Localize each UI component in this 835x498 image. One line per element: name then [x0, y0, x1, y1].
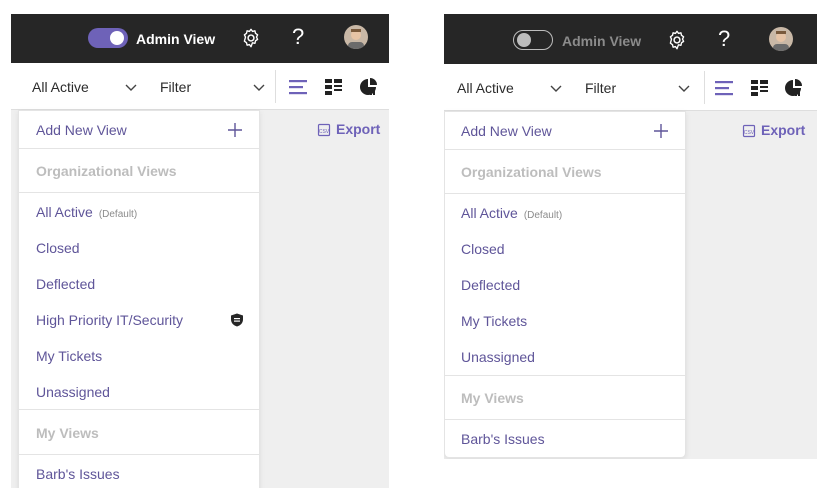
- svg-text:CSV: CSV: [744, 130, 755, 136]
- chevron-down-icon[interactable]: [549, 81, 563, 95]
- plus-icon[interactable]: [228, 123, 242, 137]
- view-item-label: All Active: [36, 204, 93, 220]
- gear-icon[interactable]: [240, 27, 262, 49]
- list-view-icon[interactable]: [288, 77, 308, 97]
- admin-view-toggle[interactable]: [88, 28, 128, 48]
- view-item-closed[interactable]: Closed: [461, 241, 685, 257]
- csv-icon[interactable]: CSV: [317, 123, 331, 137]
- divider: [19, 192, 259, 193]
- csv-icon[interactable]: CSV: [742, 124, 756, 138]
- view-item-barbs-issues[interactable]: Barb's Issues: [36, 466, 259, 482]
- view-item-my-tickets[interactable]: My Tickets: [36, 348, 259, 364]
- divider: [19, 148, 259, 149]
- board-view-icon[interactable]: [324, 77, 344, 97]
- view-item-unassigned[interactable]: Unassigned: [461, 349, 685, 365]
- help-icon[interactable]: ?: [718, 27, 730, 51]
- view-select[interactable]: All Active: [457, 80, 514, 96]
- views-dropdown: Add New View Organizational Views All Ac…: [444, 111, 686, 458]
- chevron-down-icon[interactable]: [677, 81, 691, 95]
- view-item-high-priority[interactable]: High Priority IT/Security: [36, 312, 259, 328]
- default-tag: (Default): [98, 209, 138, 220]
- admin-view-label: Admin View: [562, 33, 642, 49]
- plus-icon[interactable]: [654, 124, 668, 138]
- view-item-label: All Active: [461, 205, 518, 221]
- admin-view-toggle[interactable]: [513, 30, 553, 50]
- default-tag: (Default): [523, 210, 563, 221]
- my-views-header: My Views: [461, 390, 524, 406]
- views-dropdown: Add New View Organizational Views All Ac…: [18, 110, 260, 488]
- chevron-down-icon[interactable]: [252, 80, 266, 94]
- admin-view-label: Admin View: [136, 31, 216, 47]
- view-select[interactable]: All Active: [32, 79, 89, 95]
- top-bar: Admin View ?: [444, 14, 817, 64]
- divider: [445, 193, 685, 194]
- add-new-view-button[interactable]: Add New View: [36, 122, 259, 138]
- org-views-header: Organizational Views: [36, 163, 177, 179]
- chart-view-icon[interactable]: [783, 78, 803, 98]
- view-item-my-tickets[interactable]: My Tickets: [461, 313, 685, 329]
- filter-bar: All Active Filter: [444, 65, 817, 111]
- top-bar: Admin View ?: [11, 14, 389, 63]
- filter-bar: All Active Filter: [11, 64, 389, 110]
- toggle-knob: [110, 31, 124, 45]
- right-panel: Admin View ? All Active Filter CSV Expor…: [444, 14, 817, 459]
- add-new-view-button[interactable]: Add New View: [461, 123, 685, 139]
- filter-select[interactable]: Filter: [160, 79, 191, 95]
- list-view-icon[interactable]: [714, 78, 734, 98]
- divider: [704, 71, 705, 104]
- view-item-all-active[interactable]: All Active (Default): [461, 205, 685, 221]
- divider: [445, 149, 685, 150]
- view-item-all-active[interactable]: All Active (Default): [36, 204, 259, 220]
- svg-text:CSV: CSV: [319, 129, 330, 135]
- view-item-closed[interactable]: Closed: [36, 240, 259, 256]
- avatar[interactable]: [344, 25, 368, 49]
- gear-icon[interactable]: [666, 29, 688, 51]
- left-panel: Admin View ? All Active Filter CSV Expor…: [11, 14, 389, 488]
- shield-icon: [231, 313, 243, 327]
- org-views-header: Organizational Views: [461, 164, 602, 180]
- my-views-header: My Views: [36, 425, 99, 441]
- view-item-barbs-issues[interactable]: Barb's Issues: [461, 431, 685, 447]
- toggle-knob: [517, 32, 531, 47]
- board-view-icon[interactable]: [750, 78, 770, 98]
- avatar[interactable]: [769, 27, 793, 51]
- view-item-deflected[interactable]: Deflected: [36, 276, 259, 292]
- divider: [19, 409, 259, 410]
- chart-view-icon[interactable]: [358, 77, 378, 97]
- export-button[interactable]: Export: [336, 121, 380, 137]
- divider: [445, 419, 685, 420]
- chevron-down-icon[interactable]: [124, 80, 138, 94]
- divider: [275, 70, 276, 103]
- view-item-deflected[interactable]: Deflected: [461, 277, 685, 293]
- divider: [445, 375, 685, 376]
- export-button[interactable]: Export: [761, 122, 805, 138]
- filter-select[interactable]: Filter: [585, 80, 616, 96]
- view-item-unassigned[interactable]: Unassigned: [36, 384, 259, 400]
- help-icon[interactable]: ?: [292, 25, 304, 49]
- divider: [19, 454, 259, 455]
